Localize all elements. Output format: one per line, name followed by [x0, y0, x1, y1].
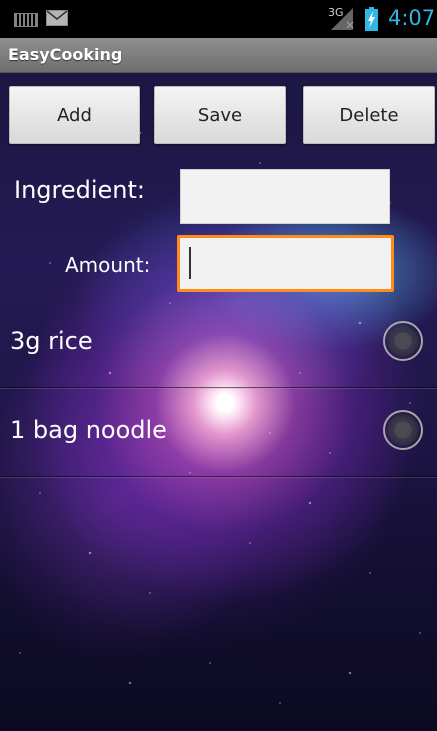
list-item[interactable]: 3g rice [0, 299, 437, 388]
add-button[interactable]: Add [9, 86, 140, 144]
action-bar: EasyCooking [0, 38, 437, 73]
list-item[interactable]: 1 bag noodle [0, 388, 437, 477]
battery-charging-icon [365, 7, 378, 31]
app-screen: 3G 4:07 EasyCooking Add Save Delete Ingr… [0, 0, 437, 731]
amount-label: Amount: [65, 253, 151, 277]
mail-icon [46, 10, 68, 26]
signal-icon [331, 8, 354, 30]
ingredient-label: Ingredient: [14, 176, 146, 204]
radio-button[interactable] [383, 410, 423, 450]
radio-button[interactable] [383, 321, 423, 361]
text-cursor [189, 247, 191, 279]
amount-input[interactable] [177, 235, 394, 292]
app-title: EasyCooking [8, 45, 123, 64]
ingredient-input[interactable] [180, 169, 390, 224]
main-content: Add Save Delete Ingredient: Amount: 3g r… [0, 73, 437, 731]
delete-button[interactable]: Delete [303, 86, 435, 144]
list-item-label: 3g rice [10, 327, 93, 355]
clock-time: 4:07 [388, 6, 436, 30]
list-item-label: 1 bag noodle [10, 416, 167, 444]
save-button[interactable]: Save [154, 86, 286, 144]
status-bar: 3G 4:07 [0, 0, 437, 38]
keyboard-icon [14, 13, 38, 27]
